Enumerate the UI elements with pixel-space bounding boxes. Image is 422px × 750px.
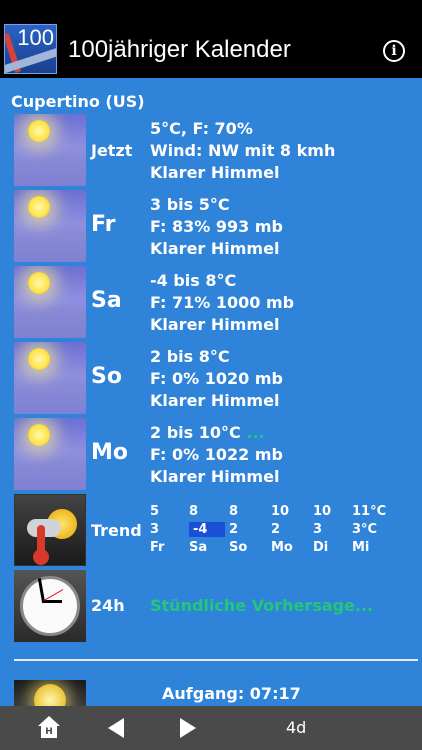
day-label: Sa [91,288,122,313]
forecast-line: Klarer Himmel [150,467,280,486]
forecast-row-now[interactable]: Jetzt 5°C, F: 70% Wind: NW mit 8 kmh Kla… [14,114,414,186]
forecast-line: F: 0% 1022 mb [150,445,283,464]
sunrise-time: Aufgang: 07:17 [162,684,301,703]
trend-low: 2 [229,522,239,537]
day-label: Fr [91,212,116,237]
info-icon[interactable]: i [383,40,405,62]
forecast-row-sa[interactable]: Sa -4 bis 8°C F: 71% 1000 mb Klarer Himm… [14,266,414,338]
trend-high: 10 [313,504,332,519]
trend-high: 8 [229,504,239,519]
day-label: Mo [91,440,129,465]
trend-high: 5 [150,504,160,519]
trend-row[interactable]: Trend 5 8 8 10 10 11°C 3 -4 2 2 3 3°C Fr… [14,494,414,566]
more-dots[interactable]: ... [246,423,264,442]
trend-high: 11°C [352,504,387,519]
app-icon: 100 [4,24,57,74]
forecast-line: 2 bis 10°C ... [150,422,283,444]
previous-arrow-icon[interactable] [108,718,124,738]
period-toggle-button[interactable]: 4d [286,718,306,737]
hourly-row[interactable]: 24h Stündliche Vorhersage... [14,570,414,642]
trend-label: Trend [91,521,142,540]
forecast-line: 2 bis 8°C [150,347,230,366]
forecast-line: 5°C, F: 70% [150,119,253,138]
trend-low: 3 [313,522,323,537]
forecast-line: -4 bis 8°C [150,271,237,290]
clear-sky-icon [14,342,86,414]
forecast-line: 3 bis 5°C [150,195,230,214]
trend-day: Sa [189,540,208,555]
trend-low: 3°C [352,522,378,537]
hourly-forecast-link[interactable]: Stündliche Vorhersage... [150,596,373,615]
home-icon[interactable]: H [38,716,60,738]
trend-day: So [229,540,248,555]
trend-day: Di [313,540,329,555]
forecast-line: F: 83% 993 mb [150,217,283,236]
clock-icon [14,570,86,642]
forecast-line: F: 71% 1000 mb [150,293,295,312]
top-bar: 100 100jähriger Kalender i [0,0,422,78]
trend-high: 10 [271,504,290,519]
trend-day: Mo [271,540,293,555]
forecast-line: F: 0% 1020 mb [150,369,283,388]
clear-sky-icon [14,418,86,490]
day-label: So [91,364,122,389]
bottom-toolbar: H 4d [0,706,422,750]
clear-sky-icon [14,190,86,262]
trend-low: 2 [271,522,281,537]
forecast-line-text: 2 bis 10°C [150,423,241,442]
trend-low: 3 [150,522,160,537]
day-label: Jetzt [91,141,133,160]
forecast-line: Klarer Himmel [150,163,280,182]
trend-high: 8 [189,504,199,519]
location-title: Cupertino (US) [11,92,145,111]
forecast-row-mo[interactable]: Mo 2 bis 10°C ... F: 0% 1022 mb Klarer H… [14,418,414,490]
hourly-label: 24h [91,596,125,615]
home-icon-glyph: H [41,726,57,738]
forecast-line: Wind: NW mit 8 kmh [150,141,336,160]
sunrise-icon [14,680,86,706]
trend-day: Fr [150,540,165,555]
trend-day: Mi [352,540,370,555]
forecast-line: Klarer Himmel [150,391,280,410]
clear-sky-icon [14,114,86,186]
forecast-line: Klarer Himmel [150,239,280,258]
divider [14,659,418,661]
trend-thermometer-icon [14,494,86,566]
clear-sky-icon [14,266,86,338]
forecast-row-fr[interactable]: Fr 3 bis 5°C F: 83% 993 mb Klarer Himmel [14,190,414,262]
next-arrow-icon[interactable] [180,718,196,738]
app-title: 100jähriger Kalender [68,36,291,63]
app-icon-number: 100 [17,25,54,50]
trend-low-highlight: -4 [189,522,226,537]
forecast-row-so[interactable]: So 2 bis 8°C F: 0% 1020 mb Klarer Himmel [14,342,414,414]
forecast-line: Klarer Himmel [150,315,280,334]
